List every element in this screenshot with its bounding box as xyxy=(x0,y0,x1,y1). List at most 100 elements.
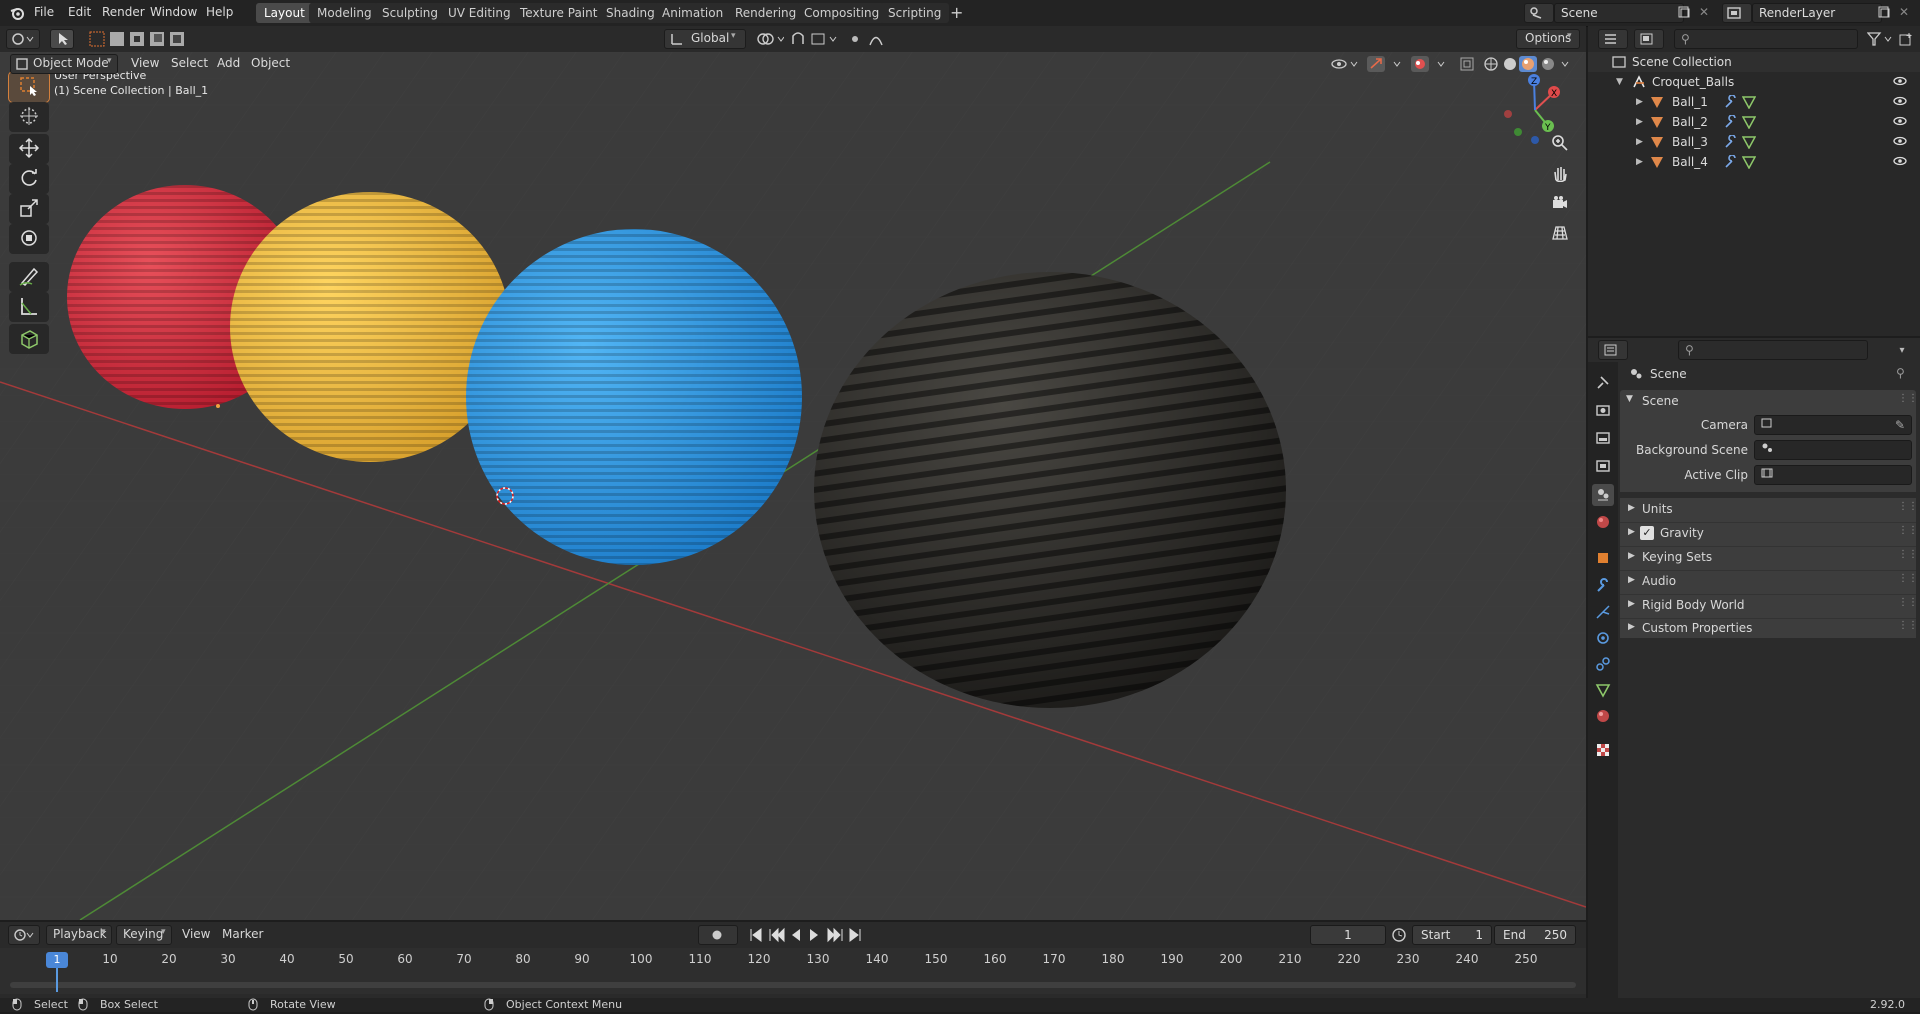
gravity-checkbox[interactable]: ✓ xyxy=(1640,526,1654,540)
camera-view-button[interactable] xyxy=(1546,190,1574,218)
expand-arrow-icon[interactable]: ▶ xyxy=(1636,112,1643,132)
3d-viewport[interactable]: User Perspective (1) Scene Collection | … xyxy=(0,52,1586,920)
tab-output[interactable] xyxy=(1592,428,1614,450)
select-tool-button[interactable] xyxy=(50,29,74,49)
tab-sculpting[interactable]: Sculpting xyxy=(374,3,447,23)
scene-name-field[interactable]: Scene xyxy=(1554,3,1684,23)
drag-handle-icon[interactable]: ⋮⋮ xyxy=(1898,549,1918,560)
measure-tool[interactable] xyxy=(9,292,49,322)
outliner-row-ball-2[interactable]: ▶ Ball_2 xyxy=(1588,112,1920,132)
section-keying-sets[interactable]: ▶ Keying Sets ⋮⋮ xyxy=(1620,546,1918,571)
overlays-toggle-icon[interactable] xyxy=(1410,55,1450,73)
camera-field[interactable]: ✎ xyxy=(1754,415,1912,435)
menu-help[interactable]: Help xyxy=(206,5,233,19)
eye-icon[interactable] xyxy=(1892,154,1908,174)
view-layer-selector-button[interactable] xyxy=(1722,3,1752,23)
tab-animation[interactable]: Animation xyxy=(654,3,732,23)
menu-edit[interactable]: Edit xyxy=(68,5,91,19)
expand-arrow-icon[interactable]: ▼ xyxy=(1616,72,1623,92)
annotate-tool[interactable] xyxy=(9,262,49,292)
eyedropper-icon[interactable]: ✎ xyxy=(1895,416,1905,434)
section-units[interactable]: ▶ Units ⋮⋮ xyxy=(1620,498,1918,523)
snap-icon[interactable] xyxy=(790,30,844,48)
move-tool[interactable] xyxy=(9,134,49,164)
transform-orientation-dropdown[interactable]: Global ▾ xyxy=(664,29,746,49)
editor-type-button[interactable] xyxy=(6,29,40,49)
pivot-point-icon[interactable] xyxy=(752,30,786,48)
menu-view[interactable]: View xyxy=(131,56,159,70)
properties-editor-type[interactable] xyxy=(1598,340,1628,360)
tab-constraints[interactable] xyxy=(1592,654,1614,676)
drag-handle-icon[interactable]: ⋮⋮ xyxy=(1898,501,1918,512)
mesh-data-icon[interactable] xyxy=(1741,155,1757,175)
add-cube-tool[interactable] xyxy=(9,324,49,354)
section-custom-properties[interactable]: ▶ Custom Properties ⋮⋮ xyxy=(1620,618,1918,638)
timeline-marker-menu[interactable]: Marker xyxy=(222,927,263,941)
timeline-view-menu[interactable]: View xyxy=(182,927,210,941)
tab-physics[interactable] xyxy=(1592,628,1614,650)
timeline-editor-type[interactable] xyxy=(8,925,40,945)
tab-scene[interactable] xyxy=(1592,484,1614,506)
outliner-search-input[interactable]: ⚲ xyxy=(1674,29,1858,49)
tab-rendering[interactable]: Rendering xyxy=(727,3,805,23)
select-box-tool[interactable] xyxy=(8,71,50,103)
outliner-row-ball-3[interactable]: ▶ Ball_3 xyxy=(1588,132,1920,152)
outliner-row-ball-1[interactable]: ▶ Ball_1 xyxy=(1588,92,1920,112)
tab-uv-editing[interactable]: UV Editing xyxy=(440,3,519,23)
expand-arrow-icon[interactable]: ▶ xyxy=(1636,132,1643,152)
tab-scripting[interactable]: Scripting xyxy=(880,3,950,23)
menu-render[interactable]: Render xyxy=(102,5,145,19)
section-gravity[interactable]: ▶ ✓ Gravity ⋮⋮ xyxy=(1620,522,1918,547)
end-frame-field[interactable]: End 250 xyxy=(1494,925,1576,945)
eye-icon[interactable] xyxy=(1892,94,1908,114)
scale-tool[interactable] xyxy=(9,194,49,224)
menu-select[interactable]: Select xyxy=(171,56,208,70)
playback-menu[interactable]: Playback ▾ xyxy=(46,925,112,945)
section-rigid-body-world[interactable]: ▶ Rigid Body World ⋮⋮ xyxy=(1620,594,1918,619)
tab-modifiers[interactable] xyxy=(1592,576,1614,598)
options-dropdown[interactable]: Options ▾ xyxy=(1516,29,1580,49)
tab-object[interactable] xyxy=(1592,548,1614,570)
add-workspace-button[interactable]: + xyxy=(942,3,971,23)
tab-layout[interactable]: Layout xyxy=(256,3,313,23)
drag-handle-icon[interactable]: ⋮⋮ xyxy=(1898,525,1918,536)
playback-controls[interactable] xyxy=(748,926,864,944)
new-collection-icon[interactable] xyxy=(1896,30,1916,48)
ball-blue[interactable] xyxy=(466,229,802,565)
ball-black[interactable] xyxy=(814,272,1286,708)
filter-icon[interactable] xyxy=(1866,30,1894,48)
expand-arrow-icon[interactable]: ▶ xyxy=(1636,92,1643,112)
tab-texture-paint[interactable]: Texture Paint xyxy=(512,3,606,23)
tab-compositing[interactable]: Compositing xyxy=(796,3,888,23)
outliner-row-ball-4[interactable]: ▶ Ball_4 xyxy=(1588,152,1920,172)
delete-view-layer-icon[interactable]: ✕ xyxy=(1896,4,1912,20)
pin-icon[interactable]: ⚲ xyxy=(1896,366,1905,380)
scene-selector-button[interactable] xyxy=(1524,3,1554,23)
drag-handle-icon[interactable]: ⋮⋮ xyxy=(1898,620,1918,631)
tab-view-layer[interactable] xyxy=(1592,456,1614,478)
gizmo-toggle-icon[interactable] xyxy=(1366,55,1406,73)
delete-scene-icon[interactable]: ✕ xyxy=(1696,4,1712,20)
playhead-frame-badge[interactable]: 1 xyxy=(46,952,68,968)
eye-icon[interactable] xyxy=(1892,74,1908,94)
drag-handle-icon[interactable]: ⋮⋮ xyxy=(1898,597,1918,608)
menu-window[interactable]: Window xyxy=(150,5,197,19)
menu-object[interactable]: Object xyxy=(251,56,290,70)
zoom-view-button[interactable] xyxy=(1546,130,1574,158)
eye-icon[interactable] xyxy=(1892,134,1908,154)
active-clip-field[interactable] xyxy=(1754,465,1912,485)
scene-panel-header[interactable]: ▼ Scene ⋮⋮ xyxy=(1620,390,1918,412)
preview-range-icon[interactable] xyxy=(1390,926,1408,944)
viewport-canvas[interactable] xyxy=(0,52,1586,920)
drag-handle-icon[interactable]: ⋮⋮ xyxy=(1898,393,1918,404)
timeline-scrollbar[interactable] xyxy=(10,982,1576,988)
eye-icon[interactable] xyxy=(1892,114,1908,134)
keying-menu[interactable]: Keying ▾ xyxy=(116,925,172,945)
shading-mode-icons[interactable] xyxy=(1482,55,1582,73)
menu-file[interactable]: File xyxy=(34,5,54,19)
selection-mode-icons[interactable] xyxy=(88,30,184,48)
expand-arrow-icon[interactable]: ▶ xyxy=(1636,152,1643,172)
start-frame-field[interactable]: Start 1 xyxy=(1412,925,1492,945)
tab-world[interactable] xyxy=(1592,512,1614,534)
current-frame-field[interactable]: 1 xyxy=(1310,925,1386,945)
